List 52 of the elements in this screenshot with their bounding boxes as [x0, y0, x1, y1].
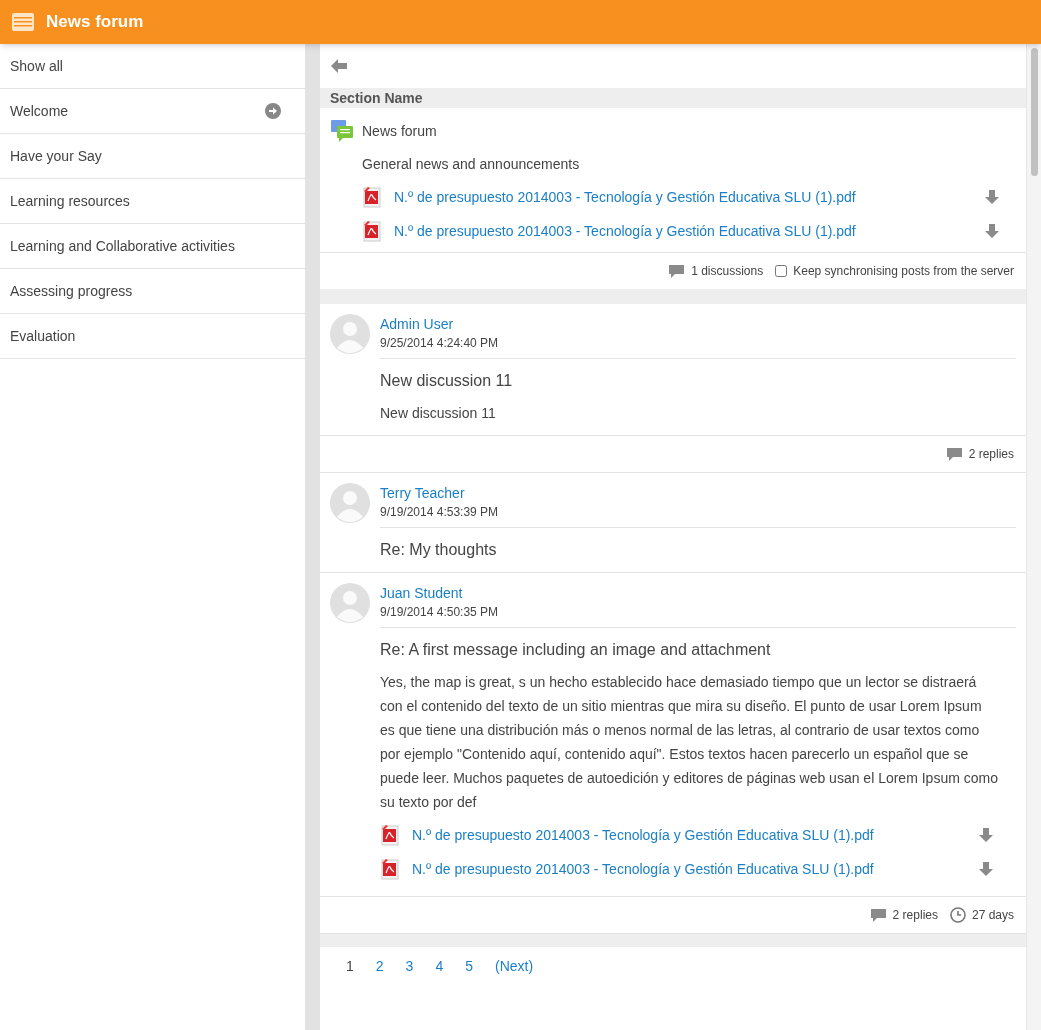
download-arrow-icon[interactable] [984, 189, 1000, 205]
sync-checkbox[interactable] [775, 265, 788, 277]
post-subject: Re: A first message including an image and attachment [380, 640, 772, 660]
author-name[interactable]: Terry Teacher [380, 483, 1016, 503]
forum-chat-icon [330, 119, 354, 143]
back-arrow-icon[interactable] [330, 58, 348, 74]
pdf-file-icon [380, 824, 400, 846]
sync-label: Keep synchronising posts from the server [793, 263, 1014, 280]
reply-count: 2 replies [892, 907, 938, 924]
post-body: Yes, the map is great, s un hecho establecido hace demasiado tiempo que un lector se distraerá con el contenido del texto de un sitio mientras que mira su diseño. El punto de usar Lorem Ipsum es que tiene una distribución más o menos normal de las letras, al contrario de usar textos como por ejemplo "Contenido aquí, contenido aquí". Estos textos hacen parecerlo un español que se puede leer. Muchos paquetes de autoedición y editores de páginas web usan el Lorem Ipsum como su texto por def [380, 673, 999, 812]
download-arrow-icon[interactable] [978, 861, 994, 877]
replies-icon [945, 446, 963, 462]
attachment-link[interactable]: N.º de presupuesto 2014003 - Tecnología y Gestión Educativa SLU (1).pdf [412, 824, 874, 846]
discussion-count: 1 discussions [691, 263, 764, 280]
replies-icon [869, 907, 887, 923]
page-link[interactable]: (Next) [495, 955, 534, 977]
download-arrow-icon[interactable] [984, 223, 1000, 239]
download-arrow-icon[interactable] [978, 827, 994, 843]
page-link[interactable]: 5 [465, 955, 473, 977]
page-link[interactable]: 3 [405, 955, 414, 977]
sidebar-item[interactable]: Welcome [0, 89, 305, 134]
clock-icon [949, 907, 966, 923]
arrow-circle-icon [265, 103, 281, 119]
page-link[interactable]: 2 [375, 955, 384, 977]
scrollbar-thumb[interactable] [1030, 48, 1038, 176]
avatar-silhouette-icon [330, 483, 370, 523]
pdf-file-icon [362, 220, 382, 242]
post-body: New discussion 11 [380, 404, 497, 423]
post-age: 27 days [971, 907, 1014, 924]
attachment-link[interactable]: N.º de presupuesto 2014003 - Tecnología y Gestión Educativa SLU (1).pdf [394, 220, 856, 242]
discussions-icon [668, 263, 686, 279]
post-subject: Re: My thoughts [380, 540, 498, 560]
author-name[interactable]: Admin User [380, 314, 1016, 334]
post-date: 9/25/2014 4:24:40 PM [380, 335, 500, 352]
post-subject: New discussion 11 [380, 371, 514, 391]
forum-description: General news and announcements [362, 155, 581, 174]
page-link[interactable]: 4 [435, 955, 444, 977]
post-date: 9/19/2014 4:53:39 PM [380, 504, 500, 521]
pdf-file-icon [362, 186, 382, 208]
avatar-silhouette-icon [330, 314, 370, 354]
avatar-silhouette-icon [330, 583, 370, 623]
menu-icon[interactable] [12, 13, 34, 31]
section-header: Section Name [320, 88, 1026, 108]
reply-count: 2 replies [968, 446, 1014, 463]
post-date: 9/19/2014 4:50:35 PM [380, 604, 500, 621]
forum-name: News forum [362, 121, 437, 141]
pdf-file-icon [380, 858, 400, 880]
attachment-link[interactable]: N.º de presupuesto 2014003 - Tecnología y Gestión Educativa SLU (1).pdf [394, 186, 856, 208]
header-title: News forum [46, 11, 144, 34]
page-link[interactable]: 1 [346, 955, 354, 977]
attachment-link[interactable]: N.º de presupuesto 2014003 - Tecnología y Gestión Educativa SLU (1).pdf [412, 858, 874, 880]
author-name[interactable]: Juan Student [380, 583, 1016, 603]
